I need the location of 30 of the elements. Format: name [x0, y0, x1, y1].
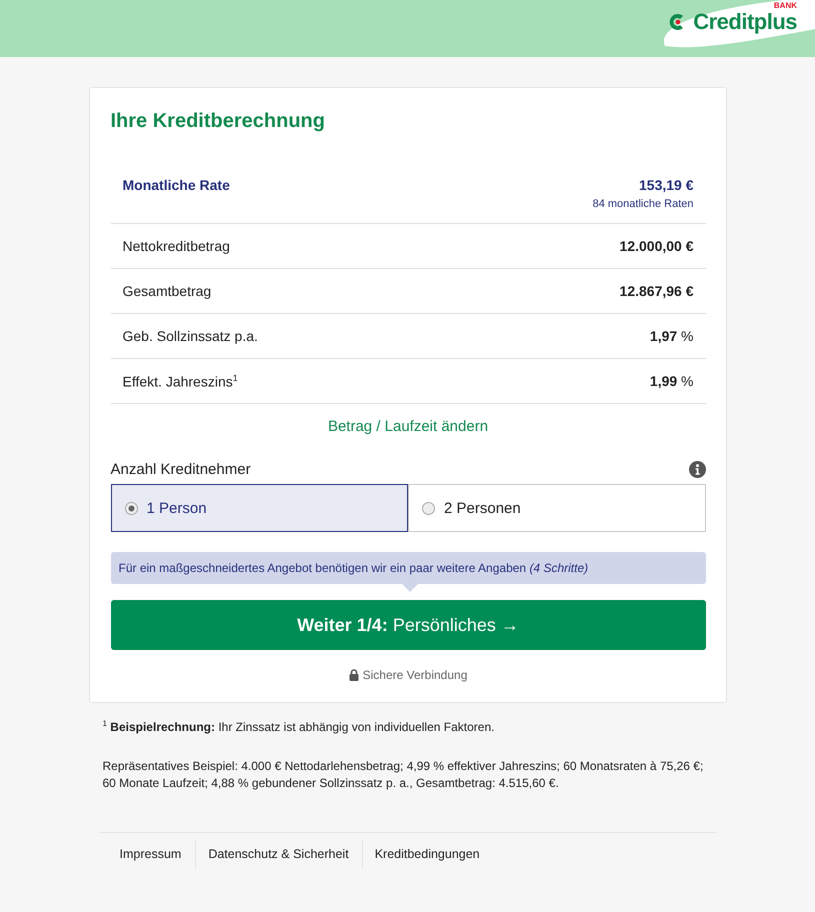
bank-label: BANK [774, 2, 797, 10]
radio-option[interactable]: 1 Person [110, 484, 408, 532]
footnote-text: $^{1}$ Beispielrechnung: Ihr Zinssatz ist abhängig von individuellen Faktoren. [102, 718, 496, 736]
row-label: Geb. Sollzinssatz p.a. [122, 328, 258, 344]
lock-icon [348, 669, 359, 681]
footer-link[interactable]: Datenschutz & Sicherheit [195, 839, 362, 869]
logo-text: Creditplus [693, 11, 797, 33]
footnote-text: Repräsentatives Beispiel: 4.000 € Nettodarlehensbetrag; 4,99 % effektiver Jahreszins; 60 Monatsraten à 75,26 €; 60 Monate Laufzeit; 4,88 % gebundener Sollzinssatz p. a., Gesamtbetrag: 4.515,60 €. [102, 758, 704, 792]
next-button[interactable]: Weiter 1/4: Persönliches → [110, 600, 706, 650]
row-value: 1,99 % [650, 373, 694, 389]
change-link[interactable]: Betrag / Laufzeit ändern [328, 418, 488, 435]
row-value: 12.867,96 € [620, 283, 694, 299]
secure-text: Sichere Verbindung [362, 668, 468, 682]
row-value: 1,97 % [650, 328, 694, 344]
rate-count: 84 monatliche Raten [592, 198, 694, 210]
footer-link[interactable]: Kreditbedingungen [362, 839, 493, 869]
radio-option[interactable]: 2 Personen [408, 484, 706, 532]
row-label: Nettokreditbetrag [122, 238, 230, 254]
row-label: Effekt. Jahreszins$^{1}$ [122, 372, 238, 390]
radio-icon [124, 502, 138, 514]
row-value: 12.000,00 € [620, 238, 694, 254]
footer-link[interactable]: Impressum [98, 839, 196, 869]
row-label: Gesamtbetrag [122, 283, 212, 299]
rate-value: 153,19 € [638, 177, 694, 193]
borrowers-label: Anzahl Kreditnehmer [110, 461, 251, 478]
card-title: Ihre Kreditberechnung [110, 110, 326, 133]
info-icon [688, 461, 706, 478]
rate-label: Monatliche Rate [122, 177, 230, 193]
radio-icon [422, 502, 435, 514]
hint-text: Für ein maßgeschneidertes Angebot benötigen wir ein paar weitere Angaben (4 Schritte) [118, 561, 588, 575]
